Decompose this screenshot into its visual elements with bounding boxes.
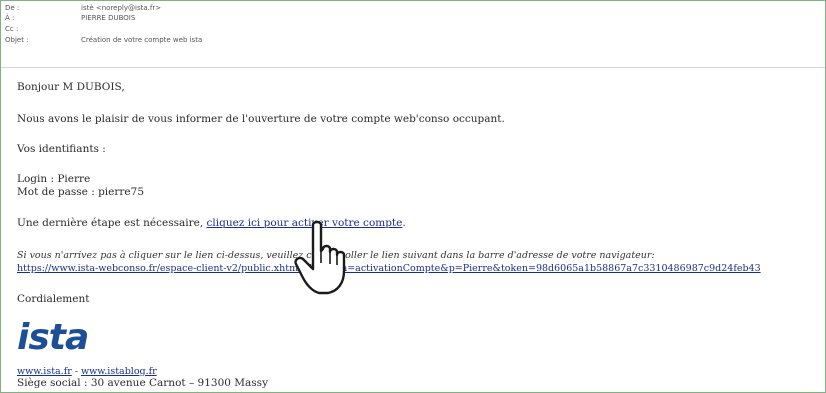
fallback-url-link[interactable]: https://www.ista-webconso.fr/espace-clie… bbox=[17, 263, 761, 274]
site-separator: - bbox=[71, 366, 82, 377]
hand-pointer-icon bbox=[293, 219, 353, 299]
fallback-url-line: https://www.ista-webconso.fr/espace-clie… bbox=[17, 262, 761, 275]
address-line: Siège social : 30 avenue Carnot – 91300 … bbox=[17, 377, 269, 389]
email-window: De : istè <noreply@ista.fr> À : PIERRE D… bbox=[0, 0, 826, 393]
istablog-site-link[interactable]: www.istablog.fr bbox=[81, 366, 157, 377]
email-header: De : istè <noreply@ista.fr> À : PIERRE D… bbox=[1, 1, 825, 69]
to-value: PIERRE DUBOIS bbox=[81, 14, 136, 22]
header-divider bbox=[1, 67, 825, 68]
ids-title: Vos identifiants : bbox=[17, 143, 106, 155]
ista-site-link[interactable]: www.ista.fr bbox=[17, 366, 72, 377]
subject-label: Objet : bbox=[5, 36, 29, 44]
intro-text: Nous avons le plaisir de vous informer d… bbox=[17, 113, 505, 125]
password-line: Mot de passe : pierre75 bbox=[17, 186, 144, 198]
to-label: À : bbox=[5, 14, 15, 22]
step-suffix: . bbox=[402, 217, 406, 229]
ista-logo: ista bbox=[17, 317, 89, 358]
closing: Cordialement bbox=[17, 293, 90, 305]
subject-value: Création de votre compte web ista bbox=[81, 36, 203, 44]
from-label: De : bbox=[5, 4, 20, 12]
cc-label: Cc : bbox=[5, 25, 19, 33]
login-line: Login : Pierre bbox=[17, 173, 91, 185]
step-text: Une dernière étape est nécessaire, bbox=[17, 217, 207, 229]
from-value: istè <noreply@ista.fr> bbox=[81, 4, 162, 12]
greeting: Bonjour M DUBOIS, bbox=[17, 81, 125, 93]
